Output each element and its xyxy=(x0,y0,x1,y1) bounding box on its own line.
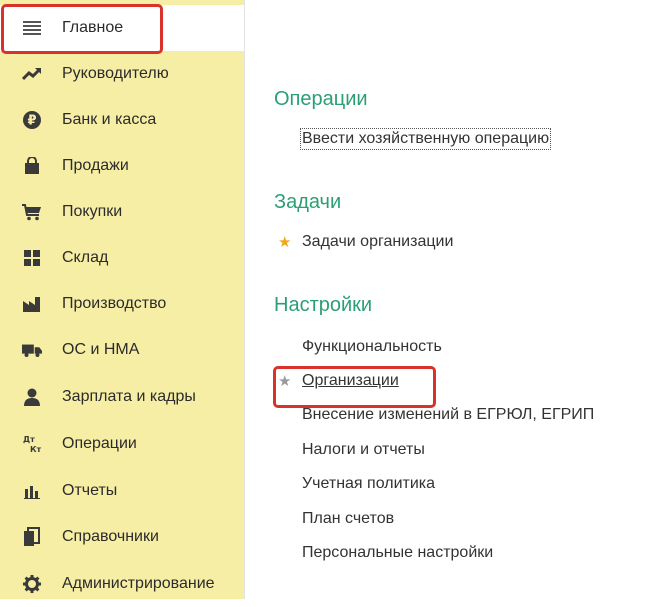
person-icon xyxy=(22,387,42,407)
sidebar-item-sales[interactable]: Продажи xyxy=(0,143,244,189)
sidebar-item-label: Покупки xyxy=(62,203,123,220)
star-icon[interactable]: ★ xyxy=(278,372,291,390)
books-icon xyxy=(22,527,42,547)
sidebar-item-label: Операции xyxy=(62,435,137,452)
sidebar-item-label: Справочники xyxy=(62,528,159,545)
dt-kt-icon-top: Дт xyxy=(23,435,35,444)
sidebar-item-label: Администрирование xyxy=(62,575,215,592)
section-title-operations: Операции xyxy=(274,88,368,110)
sidebar-item-production[interactable]: Производство xyxy=(0,281,244,327)
sidebar-item-label: Производство xyxy=(62,295,167,312)
sidebar-item-manager[interactable]: Руководителю xyxy=(0,51,244,97)
sidebar-item-purchases[interactable]: Покупки xyxy=(0,189,244,235)
sidebar: Главное Руководителю ₽ Банк и касса Прод… xyxy=(0,0,245,599)
sidebar-item-label: Банк и касса xyxy=(62,111,157,128)
factory-icon xyxy=(22,294,42,314)
sidebar-item-label: Зарплата и кадры xyxy=(62,388,196,405)
link-egrul-changes[interactable]: Внесение изменений в ЕГРЮЛ, ЕГРИП xyxy=(302,406,594,424)
truck-icon xyxy=(22,340,42,360)
link-personal-settings[interactable]: Персональные настройки xyxy=(302,544,493,562)
link-accounting-policy[interactable]: Учетная политика xyxy=(302,475,435,493)
sidebar-item-admin[interactable]: Администрирование xyxy=(0,561,244,607)
sidebar-item-label: Продажи xyxy=(62,157,129,174)
dt-kt-icon: Дт Кт xyxy=(22,434,42,454)
gear-icon xyxy=(22,574,42,594)
sidebar-item-main[interactable]: Главное xyxy=(0,5,244,51)
sidebar-item-salary[interactable]: Зарплата и кадры xyxy=(0,374,244,420)
warehouse-grid-icon xyxy=(22,248,42,268)
sidebar-item-label: Руководителю xyxy=(62,65,169,82)
link-chart-of-accounts[interactable]: План счетов xyxy=(302,510,394,528)
cart-icon xyxy=(22,202,42,222)
sidebar-item-operations[interactable]: Дт Кт Операции xyxy=(0,421,244,467)
sidebar-item-assets[interactable]: ОС и НМА xyxy=(0,327,244,373)
sidebar-item-bank[interactable]: ₽ Банк и касса xyxy=(0,97,244,143)
sidebar-item-directories[interactable]: Справочники xyxy=(0,514,244,560)
section-title-settings: Настройки xyxy=(274,294,373,316)
sidebar-item-label: Главное xyxy=(62,19,124,36)
ruble-icon: ₽ xyxy=(22,110,42,130)
link-functionality[interactable]: Функциональность xyxy=(302,338,442,356)
svg-text:₽: ₽ xyxy=(27,114,36,129)
sidebar-item-label: Склад xyxy=(62,249,109,266)
sidebar-item-label: Отчеты xyxy=(62,482,118,499)
star-icon-favorite[interactable]: ★ xyxy=(278,233,291,251)
sidebar-item-warehouse[interactable]: Склад xyxy=(0,235,244,281)
sidebar-item-reports[interactable]: Отчеты xyxy=(0,468,244,514)
link-organization-tasks[interactable]: Задачи организации xyxy=(302,233,453,251)
section-title-tasks: Задачи xyxy=(274,191,342,213)
dt-kt-icon-bottom: Кт xyxy=(30,445,42,454)
link-enter-business-operation[interactable]: Ввести хозяйственную операцию xyxy=(299,128,552,150)
shopping-bag-icon xyxy=(22,156,42,176)
link-taxes-reports[interactable]: Налоги и отчеты xyxy=(302,441,425,459)
bar-chart-icon xyxy=(22,481,42,501)
menu-icon xyxy=(22,18,42,38)
trend-up-icon xyxy=(22,64,42,84)
sidebar-item-label: ОС и НМА xyxy=(62,341,140,358)
link-organizations[interactable]: Организации xyxy=(302,372,399,390)
